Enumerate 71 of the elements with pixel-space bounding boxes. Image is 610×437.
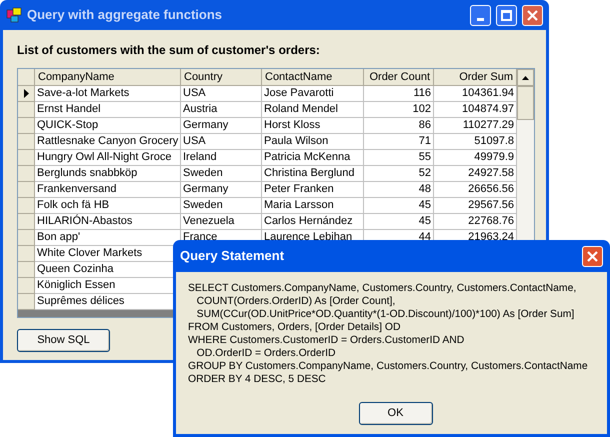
table-cell: 51097.8 bbox=[434, 134, 517, 150]
table-cell: Ernst Handel bbox=[35, 102, 181, 118]
table-cell: 116 bbox=[364, 86, 434, 102]
table-cell: Maria Larsson bbox=[262, 198, 364, 214]
table-cell: USA bbox=[181, 86, 262, 102]
table-cell: 110277.29 bbox=[434, 118, 517, 134]
table-cell: Peter Franken bbox=[262, 182, 364, 198]
table-cell: Venezuela bbox=[181, 214, 262, 230]
close-button[interactable] bbox=[522, 4, 543, 26]
table-cell: Bon app' bbox=[35, 230, 181, 246]
row-header[interactable] bbox=[18, 86, 35, 102]
up-arrow-icon bbox=[522, 76, 529, 80]
table-cell: 22768.76 bbox=[434, 214, 517, 230]
table-cell: Ireland bbox=[181, 150, 262, 166]
table-cell: Save-a-lot Markets bbox=[35, 86, 181, 102]
sql-line: GROUP BY Customers.CompanyName, Customers.Country, Customers.ContactName bbox=[188, 360, 588, 373]
table-cell: 49979.9 bbox=[434, 150, 517, 166]
table-cell: Hungry Owl All-Night Groce bbox=[35, 150, 181, 166]
table-cell: Jose Pavarotti bbox=[262, 86, 364, 102]
sql-line: COUNT(Orders.OrderID) As [Order Count], bbox=[196, 295, 396, 308]
table-cell: 29567.56 bbox=[434, 198, 517, 214]
table-cell: Carlos Hernández bbox=[262, 214, 364, 230]
minimize-button[interactable] bbox=[470, 4, 491, 26]
table-cell: Horst Kloss bbox=[262, 118, 364, 134]
scroll-up-button[interactable] bbox=[517, 69, 534, 86]
table-cell: 104361.94 bbox=[434, 86, 517, 102]
sql-line: WHERE Customers.CustomerID = Orders.CustomerID AND bbox=[188, 334, 464, 347]
table-cell: 71 bbox=[364, 134, 434, 150]
table-cell: Christina Berglund bbox=[262, 166, 364, 182]
table-cell: Folk och fä HB bbox=[35, 198, 181, 214]
sql-line: OD.OrderID = Orders.OrderID bbox=[196, 347, 336, 360]
dialog-title: Query Statement bbox=[180, 247, 286, 266]
table-cell: 86 bbox=[364, 118, 434, 134]
current-row-icon bbox=[24, 89, 28, 98]
table-cell: 26656.56 bbox=[434, 182, 517, 198]
table-cell: 48 bbox=[364, 182, 434, 198]
table-cell: HILARIÓN-Abastos bbox=[35, 214, 181, 230]
table-cell: Austria bbox=[181, 102, 262, 118]
table-cell: 45 bbox=[364, 214, 434, 230]
table-cell: Roland Mendel bbox=[262, 102, 364, 118]
close-button[interactable] bbox=[582, 246, 603, 266]
sql-line: ORDER BY 4 DESC, 5 DESC bbox=[188, 373, 326, 386]
scroll-thumb[interactable] bbox=[517, 86, 534, 120]
table-cell: Germany bbox=[181, 182, 262, 198]
table-cell: Rattlesnake Canyon Grocery bbox=[35, 134, 181, 150]
ok-button[interactable]: OK bbox=[358, 402, 432, 425]
table-cell: Sweden bbox=[181, 198, 262, 214]
app-icon bbox=[6, 7, 22, 23]
close-icon bbox=[527, 10, 538, 20]
sql-line: FROM Customers, Orders, [Order Details] OD bbox=[188, 321, 400, 334]
table-cell: 102 bbox=[364, 102, 434, 118]
table-cell: Patricia McKenna bbox=[262, 150, 364, 166]
table-cell: 55 bbox=[364, 150, 434, 166]
table-cell: USA bbox=[181, 134, 262, 150]
maximize-button[interactable] bbox=[496, 4, 517, 26]
close-icon bbox=[587, 250, 598, 262]
table-cell: 52 bbox=[364, 166, 434, 182]
table-cell: 104874.97 bbox=[434, 102, 517, 118]
window-title: Query with aggregate functions bbox=[27, 6, 224, 24]
sql-line: SUM(CCur(OD.UnitPrice*OD.Quantity*(1-OD.Discount)/100)*100) As [Order Sum] bbox=[196, 308, 574, 321]
table-cell: Germany bbox=[181, 118, 262, 134]
table-cell: QUICK-Stop bbox=[35, 118, 181, 134]
table-cell: 24927.58 bbox=[434, 166, 517, 182]
sql-line: SELECT Customers.CompanyName, Customers.Country, Customers.ContactName, bbox=[188, 282, 576, 295]
show-sql-button[interactable]: Show SQL bbox=[17, 328, 110, 352]
table-cell: Paula Wilson bbox=[262, 134, 364, 150]
table-cell: 45 bbox=[364, 198, 434, 214]
table-cell: Frankenversand bbox=[35, 182, 181, 198]
table-cell: Sweden bbox=[181, 166, 262, 182]
table-cell: Berglunds snabbköp bbox=[35, 166, 181, 182]
list-heading: List of customers with the sum of customer's orders: bbox=[17, 42, 321, 59]
